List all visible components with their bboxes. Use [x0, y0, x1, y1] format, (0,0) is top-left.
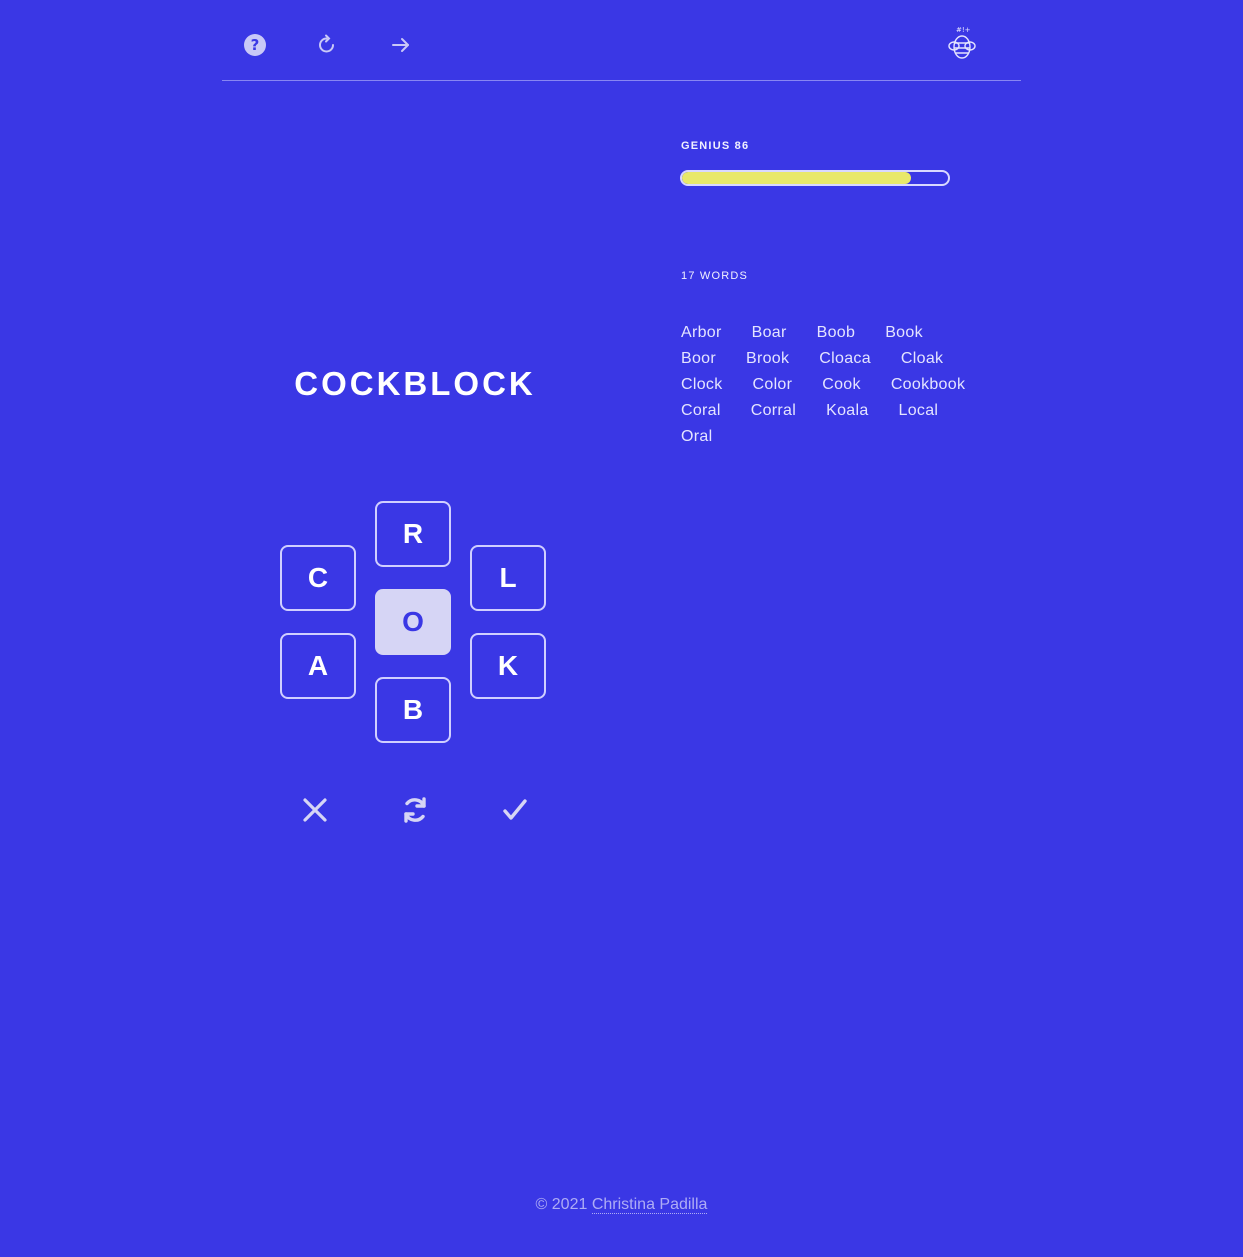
- next-arrow-icon[interactable]: [386, 30, 416, 60]
- letter-tile-top-left[interactable]: C: [280, 545, 356, 611]
- found-word: Book: [885, 324, 923, 341]
- found-word: Boar: [751, 324, 787, 341]
- found-word: Cook: [822, 376, 861, 393]
- found-word: Cloaca: [819, 350, 871, 367]
- found-word: Brook: [746, 350, 790, 367]
- letter-tile-bottom[interactable]: B: [375, 677, 451, 743]
- found-word: Oral: [681, 428, 713, 445]
- help-icon[interactable]: ?: [240, 30, 270, 60]
- found-word: Clock: [681, 376, 723, 393]
- top-bar: ? #!+: [222, 0, 1021, 81]
- found-word: Boor: [681, 350, 716, 367]
- author-link[interactable]: Christina Padilla: [591, 1196, 708, 1214]
- score-progress-bar: [680, 170, 950, 186]
- letter-tile-bottom-left[interactable]: A: [280, 633, 356, 699]
- letter-tile-top-right[interactable]: L: [470, 545, 546, 611]
- found-word: Coral: [681, 402, 721, 419]
- shuffle-icon[interactable]: [397, 792, 433, 828]
- letter-tile-bottom-right[interactable]: K: [470, 633, 546, 699]
- score-progress-fill: [682, 172, 911, 184]
- current-word-display: COCKBLOCK: [294, 365, 536, 402]
- footer: © 2021 Christina Padilla: [0, 1196, 1243, 1214]
- letter-tile-top[interactable]: R: [375, 501, 451, 567]
- found-words-list: Arbor Boar Boob Book Boor Brook Cloaca C…: [681, 322, 971, 447]
- found-word: Cloak: [900, 350, 944, 367]
- found-word: Arbor: [681, 324, 722, 341]
- found-word: Koala: [826, 402, 869, 419]
- found-word: Corral: [750, 402, 797, 419]
- restart-icon[interactable]: [312, 30, 342, 60]
- bee-logo-icon: #!+: [944, 22, 980, 62]
- svg-text:#!+: #!+: [956, 26, 971, 34]
- found-word: Color: [752, 376, 793, 393]
- words-count: 17 WORDS: [681, 270, 749, 282]
- found-word: Local: [898, 402, 939, 419]
- found-word: Boob: [816, 324, 856, 341]
- found-word: Cookbook: [890, 376, 966, 393]
- copyright-text: © 2021: [535, 1196, 588, 1213]
- svg-text:?: ?: [251, 36, 260, 54]
- submit-check-icon[interactable]: [497, 792, 533, 828]
- letter-tile-center[interactable]: O: [375, 589, 451, 655]
- rank-label: GENIUS 86: [681, 140, 750, 152]
- delete-icon[interactable]: [297, 792, 333, 828]
